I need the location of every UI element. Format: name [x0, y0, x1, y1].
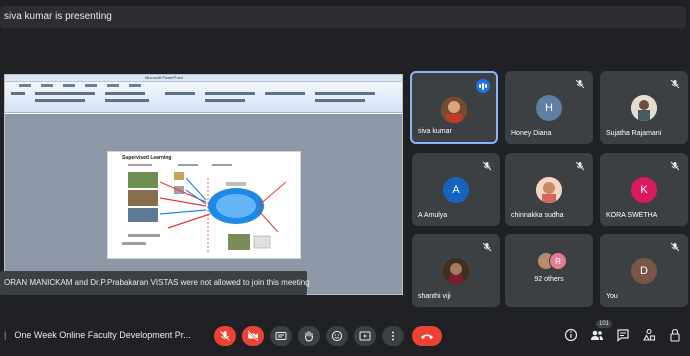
host-controls-button[interactable] — [667, 327, 683, 343]
meeting-title: | One Week Online Faculty Development Pr.… — [4, 330, 191, 340]
participant-tile-honey-diana[interactable]: H Honey Diana — [505, 71, 593, 144]
participant-name: chinnakka sudha — [511, 212, 564, 219]
shared-window-titlebar: Microsoft PowerPoint — [5, 75, 402, 82]
slide-canvas: Supervised Learning — [107, 151, 301, 259]
participant-name: A Amulya — [418, 212, 448, 219]
mic-off-icon — [670, 242, 680, 252]
avatar: D — [631, 258, 657, 284]
meet-window: siva kumar is presenting Microsoft Power… — [0, 0, 690, 356]
others-avatars: R — [537, 252, 571, 272]
mic-off-icon — [220, 331, 230, 341]
presenting-banner: siva kumar is presenting — [0, 6, 686, 28]
emoji-button[interactable] — [326, 326, 348, 346]
hang-up-icon — [421, 334, 433, 339]
not-allowed-toast: ORAN MANICKAM and Dr.P.Prabakaran VISTAS… — [0, 271, 310, 295]
avatar — [441, 97, 467, 123]
raise-hand-icon — [304, 330, 314, 342]
participant-tile-sujatha-rajamani[interactable]: Sujatha Rajamani — [600, 71, 688, 144]
participant-name: You — [606, 293, 618, 300]
participant-name: KORA SWETHA — [606, 212, 658, 219]
captions-button[interactable] — [270, 326, 292, 346]
camera-off-icon — [247, 330, 259, 342]
shared-window-ribbon — [5, 88, 402, 113]
participant-name: shanthi viji — [418, 293, 451, 300]
mic-off-icon — [670, 79, 680, 89]
lock-person-icon — [670, 328, 680, 342]
avatar: H — [536, 95, 562, 121]
captions-icon — [275, 332, 287, 340]
mic-off-icon — [575, 161, 585, 171]
control-bar: | One Week Online Faculty Development Pr.… — [0, 318, 690, 356]
mic-off-icon — [670, 161, 680, 171]
avatar — [631, 95, 657, 121]
meeting-title-text: One Week Online Faculty Development Pr..… — [14, 330, 191, 340]
present-icon — [359, 331, 371, 341]
chat-icon — [617, 329, 629, 342]
toast-message: ORAN MANICKAM and Dr.P.Prabakaran VISTAS… — [4, 278, 310, 287]
emoji-icon — [331, 330, 343, 342]
info-icon — [564, 328, 578, 342]
shared-window-title: Microsoft PowerPoint — [145, 75, 183, 80]
avatar: K — [631, 177, 657, 203]
avatar — [536, 177, 562, 203]
activities-icon — [643, 328, 656, 341]
more-vert-icon — [392, 331, 394, 341]
speaking-indicator-icon — [476, 79, 490, 93]
participant-name: siva kumar — [418, 128, 452, 135]
avatar — [443, 258, 469, 284]
camera-toggle-button[interactable] — [242, 326, 264, 346]
raise-hand-button[interactable] — [298, 326, 320, 346]
avatar: R — [549, 252, 567, 270]
meeting-details-button[interactable] — [563, 327, 579, 343]
participant-tile-shanthi-viji[interactable]: shanthi viji — [412, 234, 500, 307]
participant-name: Sujatha Rajamani — [606, 130, 662, 137]
participant-name: Honey Diana — [511, 130, 552, 137]
others-tile[interactable]: R 92 others — [505, 234, 593, 307]
mic-toggle-button[interactable] — [214, 326, 236, 346]
shared-screen[interactable]: Microsoft PowerPoint Supervised Learning — [4, 74, 403, 295]
people-button[interactable] — [589, 327, 605, 343]
participant-tile-chinnakka-sudha[interactable]: chinnakka sudha — [505, 153, 593, 226]
slide-diagram — [122, 164, 287, 252]
mic-off-icon — [482, 161, 492, 171]
chat-button[interactable] — [615, 327, 631, 343]
participant-tile-kora-swetha[interactable]: K KORA SWETHA — [600, 153, 688, 226]
people-icon — [591, 330, 603, 340]
mic-off-icon — [482, 242, 492, 252]
others-count-label: 92 others — [534, 276, 564, 283]
leave-call-button[interactable] — [412, 326, 442, 346]
participant-tile-siva-kumar[interactable]: siva kumar — [410, 71, 498, 144]
presenting-text: siva kumar is presenting — [4, 11, 112, 22]
present-now-button[interactable] — [354, 326, 376, 346]
more-options-button[interactable] — [382, 326, 404, 346]
participant-tile-you[interactable]: D You — [600, 234, 688, 307]
divider: | — [4, 330, 7, 340]
mic-off-icon — [575, 79, 585, 89]
activities-button[interactable] — [641, 327, 657, 343]
participant-tile-a-amulya[interactable]: A A Amulya — [412, 153, 500, 226]
avatar: A — [443, 177, 469, 203]
